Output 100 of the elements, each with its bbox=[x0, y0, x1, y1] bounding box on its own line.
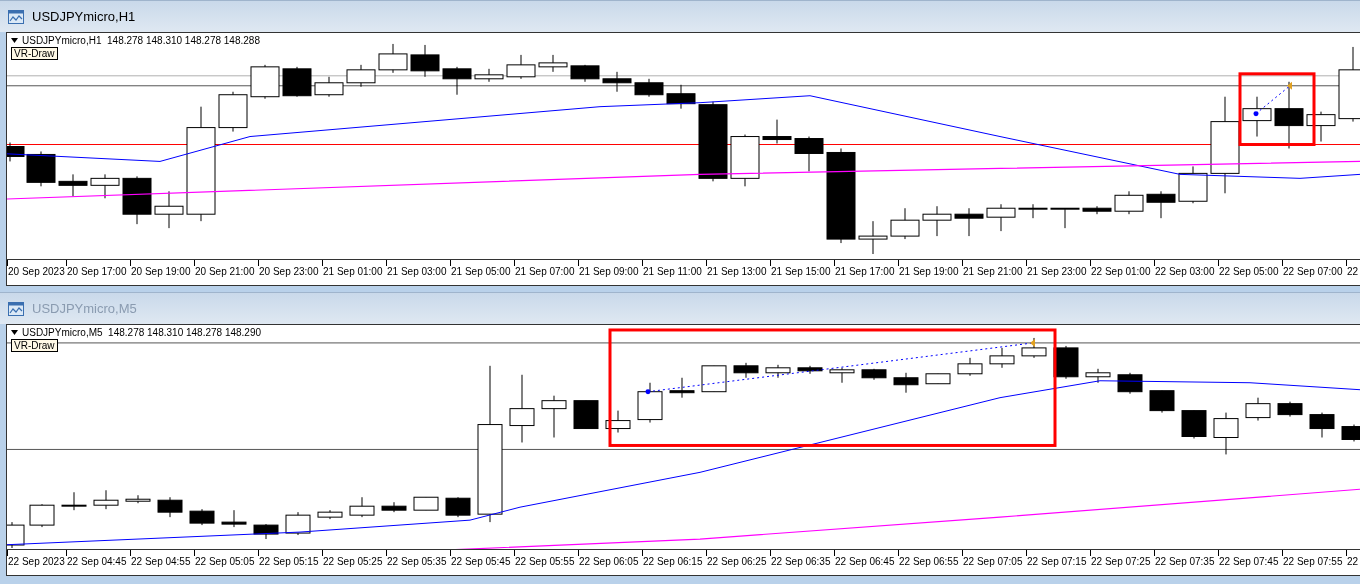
candle bbox=[1117, 372, 1143, 395]
candle bbox=[797, 365, 823, 375]
candle bbox=[218, 91, 248, 133]
time-axis-label: 21 Sep 19:00 bbox=[899, 265, 959, 278]
candle bbox=[381, 501, 407, 513]
time-axis-label: 22 Sep 05:15 bbox=[259, 555, 319, 568]
time-axis-label: 22 Sep 06:25 bbox=[707, 555, 767, 568]
candle bbox=[989, 347, 1015, 369]
time-axis-label: 20 Sep 17:00 bbox=[67, 265, 127, 278]
time-axis-label: 22 Sep 07:55 bbox=[1283, 555, 1343, 568]
candle bbox=[282, 66, 312, 98]
time-axis-label: 20 Sep 21:00 bbox=[195, 265, 255, 278]
time-axis-label: 22 Sep 06:15 bbox=[643, 555, 703, 568]
time-axis-label: 22 Sep 06:55 bbox=[899, 555, 959, 568]
candle bbox=[29, 503, 55, 528]
candle bbox=[506, 54, 536, 80]
candle bbox=[570, 64, 600, 83]
candle bbox=[157, 496, 183, 518]
candle bbox=[58, 173, 88, 197]
time-axis-label: 22 Sep 05:05 bbox=[195, 555, 255, 568]
candle bbox=[605, 410, 631, 433]
time-axis-label: 20 Sep 23:00 bbox=[259, 265, 319, 278]
dropdown-triangle-icon[interactable] bbox=[11, 330, 18, 335]
indicator-label[interactable]: VR-Draw bbox=[11, 47, 58, 60]
candle bbox=[410, 44, 440, 78]
candle bbox=[509, 374, 535, 443]
time-axis-label: 21 Sep 23:00 bbox=[1027, 265, 1087, 278]
candle bbox=[669, 377, 695, 399]
time-axis-label: 21 Sep 17:00 bbox=[835, 265, 895, 278]
time-axis-label: 22 Sep 07:05 bbox=[963, 555, 1023, 568]
candle bbox=[829, 367, 855, 384]
time-axis-label: 21 Sep 09:00 bbox=[579, 265, 639, 278]
candle bbox=[1021, 337, 1047, 359]
candle bbox=[541, 395, 567, 438]
candle bbox=[957, 357, 983, 377]
candle bbox=[762, 119, 792, 144]
candle bbox=[637, 382, 663, 424]
time-axis-label: 21 Sep 01:00 bbox=[323, 265, 383, 278]
candle bbox=[1181, 410, 1207, 439]
candle bbox=[122, 175, 152, 225]
candle bbox=[474, 68, 504, 83]
dashed-trend-line[interactable] bbox=[1253, 81, 1292, 117]
candle bbox=[794, 136, 824, 172]
candle bbox=[701, 365, 727, 393]
candle bbox=[378, 43, 408, 74]
time-axis-label: 22 Sep 2023 bbox=[8, 555, 65, 568]
candle bbox=[573, 400, 599, 430]
window-title: USDJPYmicro,H1 bbox=[32, 7, 136, 26]
candle bbox=[890, 207, 920, 240]
time-axis-label: 22 Sep 04:45 bbox=[67, 555, 127, 568]
candle bbox=[90, 173, 120, 199]
candle bbox=[1306, 111, 1336, 142]
candle bbox=[1242, 96, 1272, 138]
candle bbox=[1114, 190, 1144, 215]
candle bbox=[666, 84, 696, 110]
candle bbox=[189, 508, 215, 526]
candle bbox=[1277, 401, 1303, 418]
time-axis-label: 21 Sep 13:00 bbox=[707, 265, 767, 278]
chart-header: USDJPYmicro,H1 148.278 148.310 148.278 148.288 bbox=[22, 34, 260, 47]
time-axis-label: 22 Sep 07:45 bbox=[1219, 555, 1279, 568]
candle bbox=[154, 190, 184, 229]
dashed-trend-line[interactable] bbox=[645, 338, 1035, 395]
candle bbox=[1245, 397, 1271, 422]
time-axis-label: 22 bbox=[1347, 555, 1359, 568]
candle bbox=[349, 496, 375, 518]
dropdown-triangle-icon[interactable] bbox=[11, 38, 18, 43]
time-axis-label: 22 Sep 07:35 bbox=[1155, 555, 1215, 568]
indicator-label[interactable]: VR-Draw bbox=[11, 339, 58, 352]
candle bbox=[1146, 190, 1176, 219]
candle bbox=[765, 364, 791, 379]
candle bbox=[730, 134, 760, 187]
candle bbox=[861, 368, 887, 381]
candle bbox=[221, 509, 247, 528]
time-axis-label: 21 Sep 07:00 bbox=[515, 265, 575, 278]
candle bbox=[893, 372, 919, 394]
time-axis-label: 22 bbox=[1347, 265, 1359, 278]
time-axis-label: 22 Sep 06:05 bbox=[579, 555, 639, 568]
candle bbox=[1274, 81, 1304, 149]
candle bbox=[733, 362, 759, 379]
candle bbox=[1213, 412, 1239, 455]
candle bbox=[1018, 203, 1048, 219]
candle bbox=[125, 494, 151, 504]
candle bbox=[1178, 165, 1208, 204]
time-axis-label: 22 Sep 03:00 bbox=[1155, 265, 1215, 278]
time-axis-label: 22 Sep 05:25 bbox=[323, 555, 383, 568]
candle bbox=[538, 54, 568, 73]
candle bbox=[1341, 424, 1360, 442]
time-axis-label: 22 Sep 06:35 bbox=[771, 555, 831, 568]
candle bbox=[922, 205, 952, 237]
candle bbox=[285, 511, 311, 536]
chart-window-icon bbox=[8, 9, 24, 24]
candle bbox=[1050, 207, 1080, 229]
candle bbox=[314, 76, 344, 98]
candle bbox=[93, 489, 119, 510]
candle bbox=[250, 64, 280, 100]
time-axis-label: 22 Sep 07:15 bbox=[1027, 555, 1087, 568]
time-axis-label: 22 Sep 05:00 bbox=[1219, 265, 1279, 278]
candle bbox=[986, 203, 1016, 232]
time-axis-label: 22 Sep 06:45 bbox=[835, 555, 895, 568]
candle bbox=[346, 64, 376, 88]
